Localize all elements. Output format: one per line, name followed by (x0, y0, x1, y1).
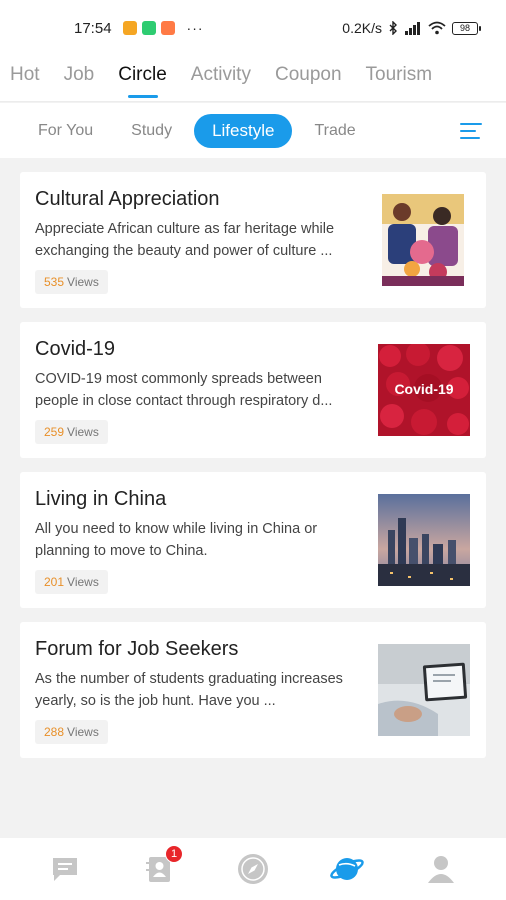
post-description: COVID-19 most commonly spreads between p… (35, 371, 333, 409)
subtab-study[interactable]: Study (115, 115, 188, 147)
bluetooth-icon (389, 21, 397, 35)
subtab-trade[interactable]: Trade (298, 115, 371, 147)
views-label: Views (67, 275, 99, 289)
post-thumbnail-laptop (378, 644, 470, 736)
network-speed: 0.2K/s (342, 20, 382, 36)
more-notifications-icon: ··· (186, 20, 204, 36)
tab-activity[interactable]: Activity (191, 56, 251, 86)
views-label: Views (67, 725, 99, 739)
views-badge: 201 Views (35, 570, 108, 594)
compass-icon (238, 854, 268, 884)
post-thumbnail-city (378, 494, 470, 586)
notification-app-icon (122, 21, 137, 35)
signal-icon (405, 21, 420, 35)
views-count: 535 (44, 275, 65, 289)
views-badge: 288 Views (35, 720, 108, 744)
post-feed: Cultural Appreciation Appreciate African… (20, 172, 486, 772)
post-description: As the number of students graduating inc… (35, 671, 343, 709)
tab-circle[interactable]: Circle (118, 56, 167, 98)
sub-nav: For You Study Lifestyle Trade (0, 103, 506, 158)
subtab-lifestyle[interactable]: Lifestyle (194, 113, 293, 148)
views-count: 288 (44, 725, 65, 739)
message-icon (53, 858, 77, 881)
wifi-icon (428, 21, 446, 35)
tab-coupon[interactable]: Coupon (275, 56, 342, 86)
post-card[interactable]: Forum for Job Seekers As the number of s… (20, 622, 486, 758)
status-bar: 17:54 ··· 0.2K/s 98 (0, 0, 506, 56)
bottom-nav: 1 (0, 838, 506, 900)
post-description: All you need to know while living in Chi… (35, 521, 318, 559)
nav-contacts[interactable]: 1 (141, 845, 183, 887)
category-menu-icon[interactable] (460, 123, 482, 141)
top-nav: Hot Job Circle Activity Coupon Tourism (0, 56, 506, 102)
battery-icon: 98 (452, 21, 481, 35)
profile-icon (428, 856, 454, 883)
notification-shield-icon (141, 21, 156, 35)
views-label: Views (67, 425, 99, 439)
views-count: 259 (44, 425, 65, 439)
covid-thumb-text: Covid-19 (394, 381, 453, 397)
battery-level: 98 (459, 23, 470, 33)
post-card[interactable]: Covid-19 COVID-19 most commonly spreads … (20, 322, 486, 458)
notification-chat-icon (160, 21, 175, 35)
views-label: Views (67, 575, 99, 589)
nav-circle[interactable] (329, 851, 365, 887)
post-card[interactable]: Living in China All you need to know whi… (20, 472, 486, 608)
tab-tourism[interactable]: Tourism (366, 56, 433, 86)
views-badge: 535 Views (35, 270, 108, 294)
views-badge: 259 Views (35, 420, 108, 444)
tab-job[interactable]: Job (64, 56, 95, 86)
post-thumbnail-culture (382, 194, 464, 286)
planet-icon (330, 858, 364, 880)
subtab-for-you[interactable]: For You (22, 115, 109, 147)
post-card[interactable]: Cultural Appreciation Appreciate African… (20, 172, 486, 308)
post-description: Appreciate African culture as far herita… (35, 221, 335, 259)
notification-badge: 1 (165, 845, 183, 863)
tab-hot[interactable]: Hot (10, 56, 40, 86)
status-time: 17:54 (74, 19, 112, 37)
post-thumbnail-covid: Covid-19 (378, 344, 470, 436)
nav-discover[interactable] (235, 851, 271, 887)
nav-messages[interactable] (47, 851, 83, 887)
views-count: 201 (44, 575, 65, 589)
nav-profile[interactable] (423, 851, 459, 887)
